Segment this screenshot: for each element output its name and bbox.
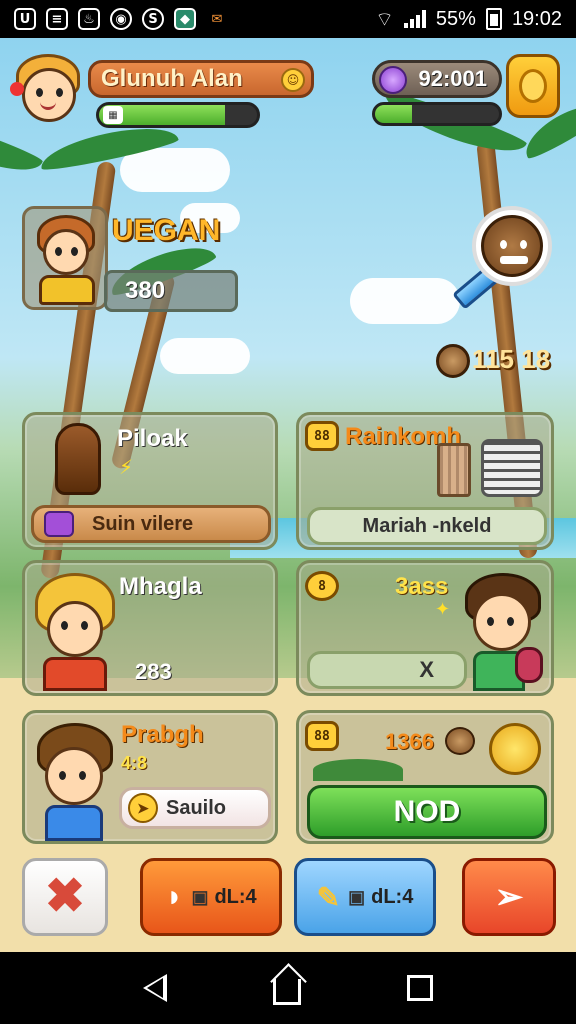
nod-button[interactable]: NOD <box>307 785 547 839</box>
hero-title: UEGAN <box>112 214 221 247</box>
badge-icon: 88 <box>305 721 339 751</box>
signal-icon <box>403 10 426 28</box>
send-button[interactable]: ➢ <box>462 858 556 936</box>
action-button[interactable]: ➤ Sauilo <box>119 787 271 829</box>
panel-value: 283 <box>135 659 172 684</box>
player-name: Glunuh Alan <box>101 65 243 92</box>
panel-title: Prabgh <box>121 721 204 748</box>
close-pill-button[interactable]: X <box>307 651 467 689</box>
lightning-icon: ⚡ <box>119 455 134 479</box>
panel-mhagla[interactable]: Mhagla 283 <box>22 560 278 696</box>
star-icon: ✦ <box>435 599 451 620</box>
coin-shop-button[interactable] <box>506 54 560 118</box>
clock-icon: ➤ <box>128 793 158 823</box>
pacman-icon: ◗ <box>165 880 184 913</box>
app-notification-icon: ✉ <box>211 11 223 27</box>
close-icon: X <box>419 657 434 682</box>
android-nav-bar <box>0 952 576 1024</box>
app-notification-icon: ♨ <box>78 8 100 30</box>
badge-icon: 88 <box>305 421 339 451</box>
radio-icon <box>481 439 543 497</box>
smiley-icon: ☺ <box>281 68 305 92</box>
acorn-icon <box>436 344 470 378</box>
panel-3ass[interactable]: 8 3ass ✦ X <box>296 560 554 696</box>
robot-icon: ▣ <box>191 886 209 907</box>
panel-title: 3ass <box>395 573 449 600</box>
duck-icon <box>489 723 541 775</box>
door-icon <box>437 443 471 497</box>
boss-target-button[interactable] <box>472 206 552 286</box>
app-notification-icon: ◉ <box>110 8 132 30</box>
robot-icon: ▣ <box>348 886 366 907</box>
potion-icon <box>44 511 74 537</box>
action-button-label: Suin vilere <box>92 512 194 535</box>
panel-title: Mhagla <box>119 573 202 600</box>
send-icon: ➢ <box>494 878 524 916</box>
game-screen[interactable]: Glunuh Alan ☺ ▦ 92:001 UEGAN 380 115 18 … <box>0 38 576 952</box>
app-notification-icon: ≡ <box>46 8 68 30</box>
wifi-icon: ⌔ <box>375 8 394 31</box>
battery-percent: 55% <box>435 7 476 30</box>
cloud <box>350 278 460 324</box>
badge-icon: 8 <box>305 571 339 601</box>
panel-rainkomh[interactable]: 88 Rainkomh Mariah -nkeld <box>296 412 554 550</box>
app-notification-icon: U <box>14 8 36 30</box>
hero-portrait-card[interactable] <box>22 206 108 310</box>
waving-boy-portrait <box>31 723 123 841</box>
currency-value: 92:001 <box>418 66 487 91</box>
energy-progress-fill <box>375 105 413 123</box>
cloud <box>120 148 230 192</box>
panel-nod[interactable]: 88 1366 NOD <box>296 710 554 844</box>
nod-button-label: NOD <box>393 795 461 828</box>
app-notification-icon: S <box>142 8 164 30</box>
resource-count: 115 18 <box>472 344 551 374</box>
orange-action-button[interactable]: ◗ ▣ dL:4 <box>140 858 282 936</box>
orange-button-label: dL:4 <box>214 885 257 908</box>
blue-action-button[interactable]: ✎ ▣ dL:4 <box>294 858 436 936</box>
panel-piloak[interactable]: Piloak ⚡ Suin vilere <box>22 412 278 550</box>
action-button[interactable]: Suin vilere <box>31 505 271 543</box>
panel-title: Piloak <box>117 425 188 452</box>
clock: 19:02 <box>511 7 562 30</box>
action-button-label: Sauilo <box>166 796 227 819</box>
status-bar: U ≡ ♨ ◉ S ◆ ✉ ⌔ 55% 19:02 <box>0 0 576 38</box>
battery-icon <box>485 8 502 30</box>
panel-value: 1366 <box>385 729 434 754</box>
system-status: ⌔ 55% 19:02 <box>375 7 562 32</box>
action-button-label: Mariah -nkeld <box>362 514 492 537</box>
cancel-button[interactable]: ✖ <box>22 858 108 936</box>
panel-prabgh[interactable]: Prabgh 4:8 ➤ Sauilo <box>22 710 278 844</box>
close-icon: ✖ <box>44 870 86 923</box>
angry-boss-icon <box>481 215 543 277</box>
panel-subtitle: 4:8 <box>121 753 148 773</box>
recent-apps-icon[interactable] <box>407 975 433 1001</box>
xp-icon: ▦ <box>103 106 123 124</box>
hero-score: 380 <box>125 277 166 304</box>
back-icon[interactable] <box>143 974 167 1002</box>
cloud <box>160 338 250 374</box>
player-name-bar[interactable]: Glunuh Alan ☺ <box>88 60 314 98</box>
app-notification-icon: ◆ <box>174 8 196 30</box>
action-button[interactable]: Mariah -nkeld <box>307 507 547 545</box>
acorn-icon <box>445 727 475 755</box>
player-avatar[interactable] <box>10 52 86 132</box>
xp-progress-bar: ▦ <box>96 102 260 128</box>
leaves-decoration <box>313 759 403 781</box>
home-icon[interactable] <box>273 979 301 1005</box>
blonde-hero-portrait <box>31 573 123 693</box>
hero-score-box: 380 <box>104 270 238 312</box>
gem-icon <box>379 66 407 94</box>
brown-hair-boy-portrait <box>459 573 551 691</box>
coin-icon <box>519 69 547 103</box>
energy-progress-bar <box>372 102 502 126</box>
brown-creature-icon <box>55 423 101 495</box>
pencil-icon: ✎ <box>316 881 341 913</box>
blue-button-label: dL:4 <box>371 885 414 908</box>
notification-icons: U ≡ ♨ ◉ S ◆ ✉ <box>14 8 228 30</box>
currency-bar[interactable]: 92:001 <box>372 60 502 98</box>
